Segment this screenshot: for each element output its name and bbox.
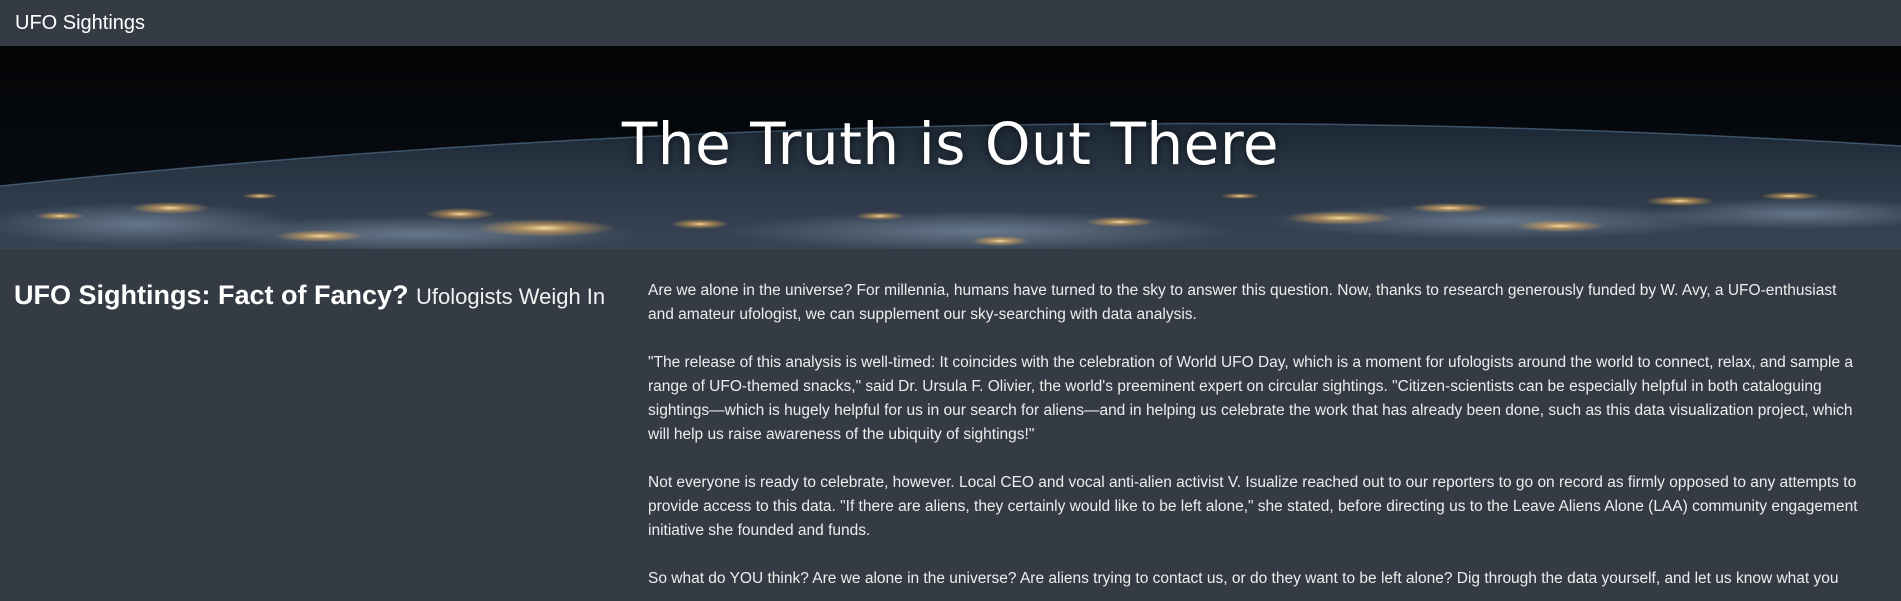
- brand-link[interactable]: UFO Sightings: [15, 12, 145, 35]
- article-subtitle: Ufologists Weigh In: [416, 284, 606, 309]
- article: UFO Sightings: Fact of Fancy? Ufologists…: [0, 249, 1901, 601]
- article-paragraph: So what do YOU think? Are we alone in th…: [648, 570, 1839, 587]
- article-paragraph: Are we alone in the universe? For millen…: [648, 282, 1837, 323]
- article-paragraph: Not everyone is ready to celebrate, howe…: [648, 474, 1858, 539]
- article-paragraph: "The release of this analysis is well-ti…: [648, 354, 1854, 443]
- hero-banner: The Truth is Out There: [0, 46, 1901, 249]
- navbar: UFO Sightings: [0, 0, 1901, 46]
- article-heading-column: UFO Sightings: Fact of Fancy? Ufologists…: [0, 279, 633, 601]
- article-heading: UFO Sightings: Fact of Fancy? Ufologists…: [14, 279, 633, 311]
- article-body: Are we alone in the universe? For millen…: [633, 279, 1863, 601]
- hero-title: The Truth is Out There: [621, 110, 1280, 178]
- article-title: UFO Sightings: Fact of Fancy?: [14, 280, 409, 310]
